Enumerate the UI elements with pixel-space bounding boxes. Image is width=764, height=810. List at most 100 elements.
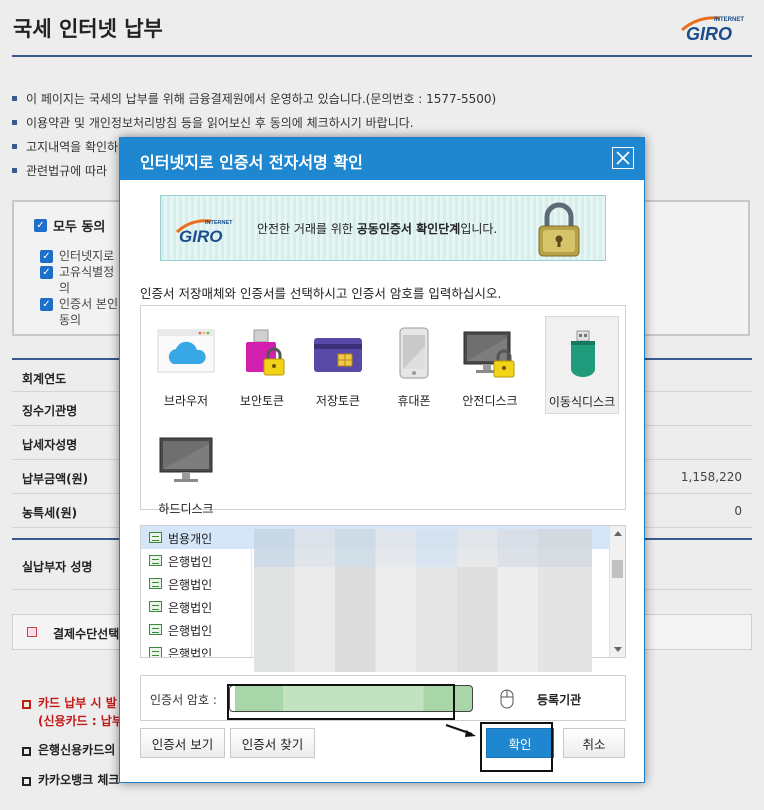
notice-text: 카드 납부 시 발: [38, 696, 117, 710]
row-label: 실납부자 성명: [22, 560, 93, 574]
certificate-password-input[interactable]: [229, 685, 473, 712]
row-label: 회계연도: [22, 372, 67, 386]
secure-disk-icon: [463, 331, 515, 378]
view-certificate-button[interactable]: 인증서 보기: [140, 728, 225, 758]
certificate-dialog: 인터넷지로 인증서 전자서명 확인 INTERNET GIRO 안전한 거래를 …: [119, 137, 645, 783]
checkbox-checked-icon: ✓: [34, 219, 47, 232]
agree-item-label: 고유식별정: [59, 265, 115, 279]
agree-item-label: 인증서 본인: [59, 297, 119, 311]
certificate-icon: [149, 578, 162, 589]
column-divider: [251, 641, 252, 657]
media-label: 안전디스크: [462, 394, 518, 408]
info-bullet: 이용약관 및 개인정보처리방침 등을 읽어보신 후 동의에 체크하시기 바랍니다…: [12, 114, 496, 138]
certificate-type: 은행법인: [168, 624, 213, 638]
media-label: 보안토큰: [239, 394, 285, 408]
notice-item: 카드 납부 시 발: [22, 694, 123, 712]
row-label: 납세자성명: [22, 438, 78, 452]
notice-text: 은행신용카드의: [38, 743, 116, 757]
payment-method-label: 결제수단선택: [53, 627, 120, 641]
storage-media-selector: 브라우저 보안토큰 저장토큰 휴대폰 안전디스크 이동식디스크 하드디스크: [140, 305, 626, 516]
certificate-type: 은행법인: [168, 578, 213, 592]
banner-text-prefix: 안전한 거래를 위한: [257, 222, 357, 236]
checkbox-checked-icon: ✓: [40, 250, 53, 263]
agree-item-checkbox[interactable]: ✓ 인증서 본인: [40, 296, 130, 312]
hard-disk-icon: [159, 437, 213, 482]
agree-item-label: 의: [59, 281, 71, 295]
scroll-down-arrow-icon[interactable]: [614, 647, 622, 652]
certificate-icon: [149, 532, 162, 543]
security-banner: INTERNET GIRO 안전한 거래를 위한 공동인증서 확인단계입니다.: [160, 195, 606, 261]
column-divider: [251, 618, 252, 641]
column-divider: [251, 595, 252, 618]
scroll-up-arrow-icon[interactable]: [614, 531, 622, 536]
password-label: 인증서 암호 :: [150, 693, 217, 707]
browser-cloud-icon: [157, 329, 215, 373]
notice-text: 카카오뱅크 체크: [38, 773, 120, 787]
giro-logo: INTERNET GIRO: [681, 16, 744, 42]
column-divider: [251, 572, 252, 595]
row-value: 1,158,220: [680, 470, 742, 484]
dialog-header: 인터넷지로 인증서 전자서명 확인: [120, 138, 644, 180]
logo-main-text: GIRO: [179, 227, 222, 244]
dialog-title: 인터넷지로 인증서 전자서명 확인: [140, 153, 363, 172]
padlock-icon: [538, 202, 580, 257]
certificate-icon: [149, 624, 162, 635]
storage-token-icon: [314, 338, 362, 372]
row-label: 농특세(원): [22, 506, 78, 520]
row-label: 징수기관명: [22, 404, 78, 418]
scroll-thumb[interactable]: [612, 560, 623, 578]
registry-label: 등록기관: [537, 693, 582, 707]
row-value: 0: [734, 504, 742, 518]
media-label: 휴대폰: [397, 394, 431, 408]
info-bullet: 이 페이지는 국세의 납부를 위해 금융결제원에서 운영하고 있습니다.(문의번…: [12, 90, 496, 114]
certificate-list-scrollbar[interactable]: [609, 526, 625, 657]
column-divider: [251, 549, 252, 572]
giro-logo: INTERNET GIRO: [175, 219, 233, 244]
banner-text-bold: 공동인증서 확인단계: [356, 222, 461, 236]
logo-small-text: INTERNET: [714, 17, 744, 23]
close-icon: [616, 151, 630, 165]
media-hard-disk[interactable]: 하드디스크: [149, 424, 223, 522]
notice-text: (신용카드 : 납부: [38, 714, 123, 728]
agree-all-label: 모두 동의: [53, 220, 106, 235]
media-removable-disk[interactable]: 이동식디스크: [545, 316, 619, 414]
mobile-phone-icon: [399, 327, 429, 379]
instruction-text: 인증서 저장매체와 인증서를 선택하시고 인증서 암호를 입력하십시오.: [140, 286, 502, 301]
agree-item-checkbox[interactable]: ✓ 고유식별정: [40, 264, 130, 280]
media-label: 이동식디스크: [548, 395, 616, 409]
close-button[interactable]: [612, 147, 634, 169]
certificate-icon: [149, 647, 162, 657]
mouse-icon: [500, 689, 514, 709]
media-browser[interactable]: 브라우저: [149, 316, 223, 414]
redacted-certificate-details: [254, 529, 592, 672]
agree-item-checkbox[interactable]: ✓ 인터넷지로: [40, 248, 130, 264]
media-label: 저장토큰: [315, 394, 361, 408]
confirm-button[interactable]: 확인: [486, 728, 554, 758]
agree-all-checkbox[interactable]: ✓ 모두 동의: [34, 216, 105, 235]
certificate-type: 은행법인: [168, 555, 213, 569]
find-certificate-button[interactable]: 인증서 찾기: [230, 728, 315, 758]
pointer-arrow-icon: [445, 724, 476, 737]
removable-disk-icon: [571, 330, 595, 377]
logo-small-text: INTERNET: [205, 220, 233, 226]
media-security-token[interactable]: 보안토큰: [225, 316, 299, 414]
row-label: 납부금액(원): [22, 472, 89, 486]
checkbox-checked-icon: ✓: [40, 266, 53, 279]
banner-text: 안전한 거래를 위한 공동인증서 확인단계입니다.: [257, 220, 497, 237]
certificate-type: 은행법인: [168, 601, 213, 615]
cancel-button[interactable]: 취소: [563, 728, 625, 758]
security-token-icon: [246, 329, 285, 376]
media-mobile-phone[interactable]: 휴대폰: [377, 316, 451, 414]
certificate-type: 은행법인: [168, 647, 213, 658]
notice-item: 카카오뱅크 체크: [22, 771, 123, 789]
column-divider: [251, 526, 252, 549]
media-label: 하드디스크: [158, 502, 214, 516]
certificate-icon: [149, 555, 162, 566]
media-secure-disk[interactable]: 안전디스크: [453, 316, 527, 414]
media-storage-token[interactable]: 저장토큰: [301, 316, 375, 414]
logo-main-text: GIRO: [686, 24, 732, 42]
title-divider: [12, 55, 752, 57]
agree-item-label: 동의: [59, 313, 82, 327]
agree-item-label: 인터넷지로: [59, 249, 115, 263]
expand-arrow-icon: [27, 627, 37, 637]
